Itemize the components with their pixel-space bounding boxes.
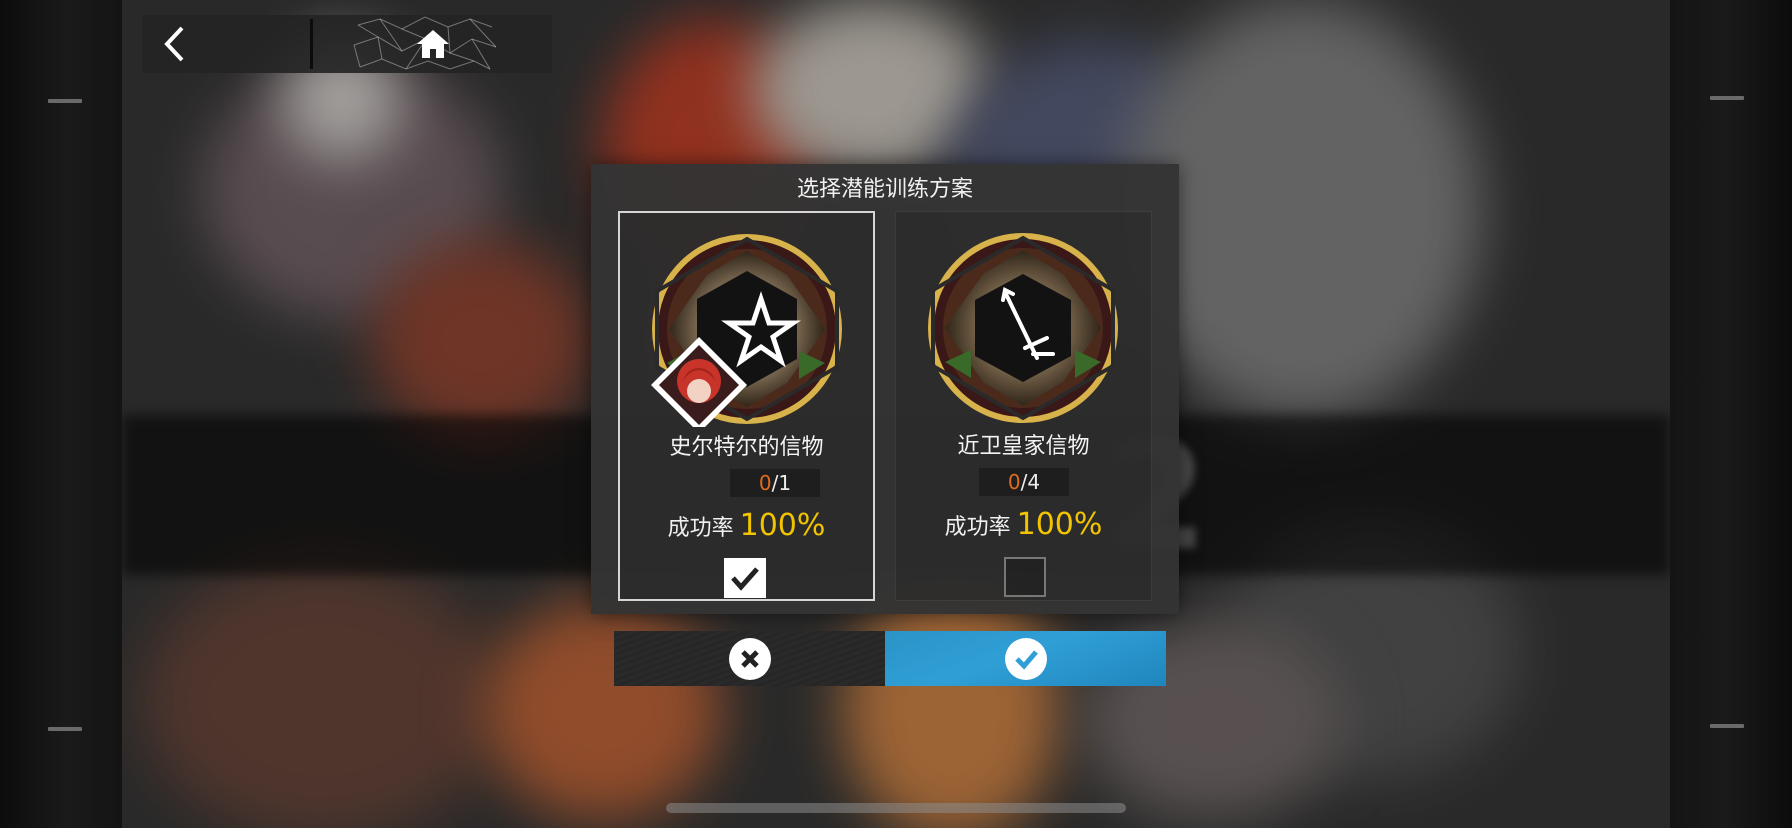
success-rate-label: 成功率 bbox=[667, 516, 734, 541]
owned-count: 0 bbox=[758, 471, 772, 495]
success-rate-value: 100% bbox=[1016, 507, 1103, 542]
operator-token-icon bbox=[651, 234, 842, 427]
close-icon bbox=[728, 637, 771, 680]
item-count: 0/1 bbox=[730, 469, 820, 497]
option-card-surtr-token[interactable]: 史尔特尔的信物 0/1 成功率 100% bbox=[618, 211, 875, 601]
bezel-mark bbox=[48, 727, 82, 731]
home-button[interactable] bbox=[313, 15, 552, 73]
required-count: /4 bbox=[1020, 470, 1041, 494]
dialog-actions bbox=[614, 631, 1166, 686]
check-icon bbox=[1004, 637, 1047, 680]
option-checkbox-checked[interactable] bbox=[724, 558, 766, 598]
owned-count: 0 bbox=[1007, 470, 1021, 494]
success-rate: 成功率 100% bbox=[620, 508, 873, 543]
cancel-button[interactable] bbox=[614, 631, 885, 686]
check-icon bbox=[731, 567, 759, 591]
back-button[interactable] bbox=[142, 15, 310, 73]
home-indicator[interactable] bbox=[666, 803, 1126, 813]
chevron-left-icon bbox=[164, 26, 184, 62]
bezel-mark bbox=[1710, 96, 1744, 100]
item-count: 0/4 bbox=[979, 468, 1069, 496]
dialog-title: 选择潜能训练方案 bbox=[796, 177, 973, 202]
guard-sword-icon bbox=[928, 233, 1118, 423]
top-nav bbox=[142, 15, 552, 73]
option-name: 近卫皇家信物 bbox=[957, 434, 1090, 459]
required-count: /1 bbox=[771, 471, 792, 495]
right-bezel bbox=[1670, 0, 1792, 828]
bezel-mark bbox=[48, 99, 82, 103]
success-rate: 成功率 100% bbox=[896, 507, 1151, 542]
option-checkbox-empty[interactable] bbox=[1004, 557, 1046, 597]
option-card-guard-token[interactable]: 近卫皇家信物 0/4 成功率 100% bbox=[895, 211, 1152, 601]
success-rate-label: 成功率 bbox=[944, 515, 1011, 540]
option-name: 史尔特尔的信物 bbox=[669, 435, 824, 460]
confirm-button[interactable] bbox=[885, 631, 1166, 686]
success-rate-value: 100% bbox=[739, 508, 826, 543]
left-bezel bbox=[0, 0, 122, 828]
bezel-mark bbox=[1710, 724, 1744, 728]
home-icon bbox=[416, 30, 449, 58]
potential-training-dialog: 选择潜能训练方案 史尔特尔的信物 0/1 成功率 100% 近卫皇家信物 0/4… bbox=[591, 164, 1179, 614]
